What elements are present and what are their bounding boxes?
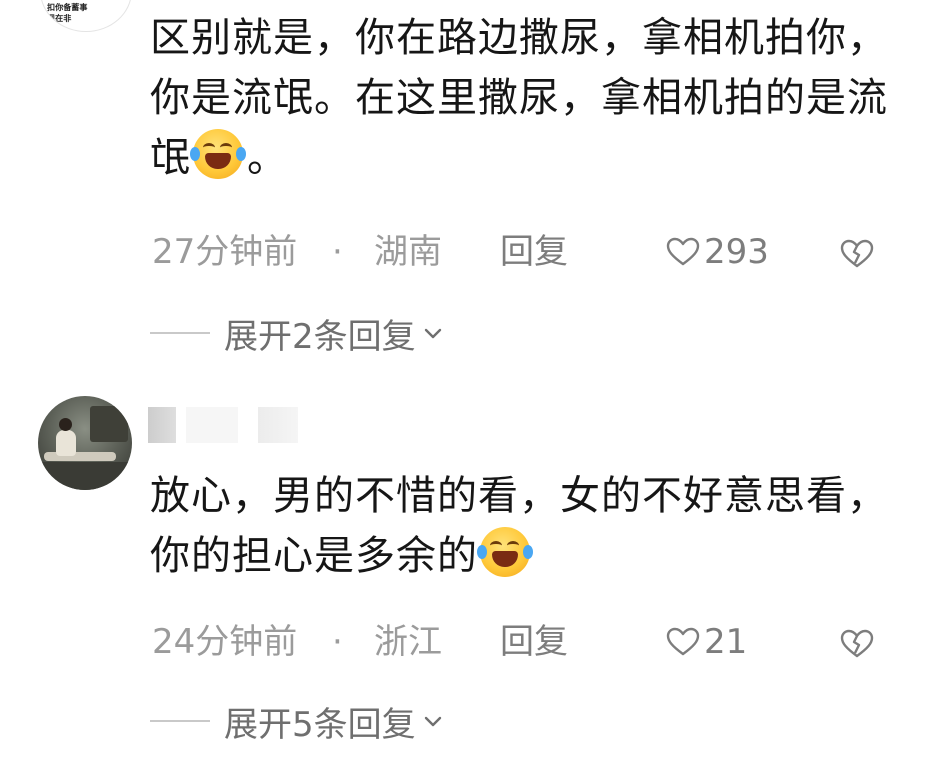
- reply-button[interactable]: 回复: [500, 618, 568, 666]
- divider-line: [150, 720, 210, 722]
- expand-replies-button[interactable]: 展开2条回复: [150, 309, 444, 357]
- comment-time: 27分钟前: [152, 232, 298, 272]
- expand-replies-label: 展开5条回复: [224, 704, 416, 745]
- comment-time: 24分钟前: [152, 622, 298, 662]
- heart-icon: [666, 237, 700, 266]
- avatar-background: [90, 406, 128, 442]
- user-avatar[interactable]: [38, 396, 132, 490]
- expand-replies-button[interactable]: 展开5条回复: [150, 697, 444, 745]
- dislike-button[interactable]: [840, 234, 874, 282]
- broken-heart-icon: [840, 239, 874, 268]
- divider-line: [150, 332, 210, 334]
- chevron-down-icon: [424, 328, 441, 339]
- avatar-caption: 扣你备蓄事 现在非: [47, 3, 88, 24]
- laughing-crying-emoji-icon: [190, 129, 246, 179]
- comment-region: 湖南: [374, 232, 442, 272]
- broken-heart-icon: [840, 629, 874, 658]
- expand-replies-label: 展开2条回复: [224, 316, 416, 357]
- like-count: 21: [704, 622, 748, 662]
- like-button[interactable]: 21: [666, 618, 747, 666]
- comment-meta: 27分钟前 · 湖南 回复 293: [152, 228, 892, 276]
- reply-button[interactable]: 回复: [500, 228, 568, 276]
- laughing-crying-emoji-icon: [477, 527, 533, 577]
- blurred-username[interactable]: [148, 407, 176, 443]
- user-avatar[interactable]: 扣你备蓄事 现在非: [40, 0, 132, 32]
- comment-text: 放心，男的不惜的看，女的不好意思看，你的担心是多余的: [150, 466, 895, 586]
- comment-region: 浙江: [374, 622, 442, 662]
- meta-separator: ·: [332, 622, 343, 662]
- dislike-button[interactable]: [840, 624, 874, 672]
- blurred-username: [186, 407, 238, 443]
- comment-tail: 。: [247, 135, 288, 181]
- heart-icon: [666, 627, 700, 656]
- like-button[interactable]: 293: [666, 228, 769, 276]
- comment-meta: 24分钟前 · 浙江 回复 21: [152, 618, 892, 666]
- chevron-down-icon: [424, 716, 441, 727]
- blurred-username: [258, 407, 298, 443]
- comment-text: 区别就是，你在路边撒尿，拿相机拍你，你是流氓。在这里撒尿，拿相机拍的是流氓。: [150, 8, 895, 188]
- meta-separator: ·: [332, 232, 343, 272]
- like-count: 293: [704, 232, 769, 272]
